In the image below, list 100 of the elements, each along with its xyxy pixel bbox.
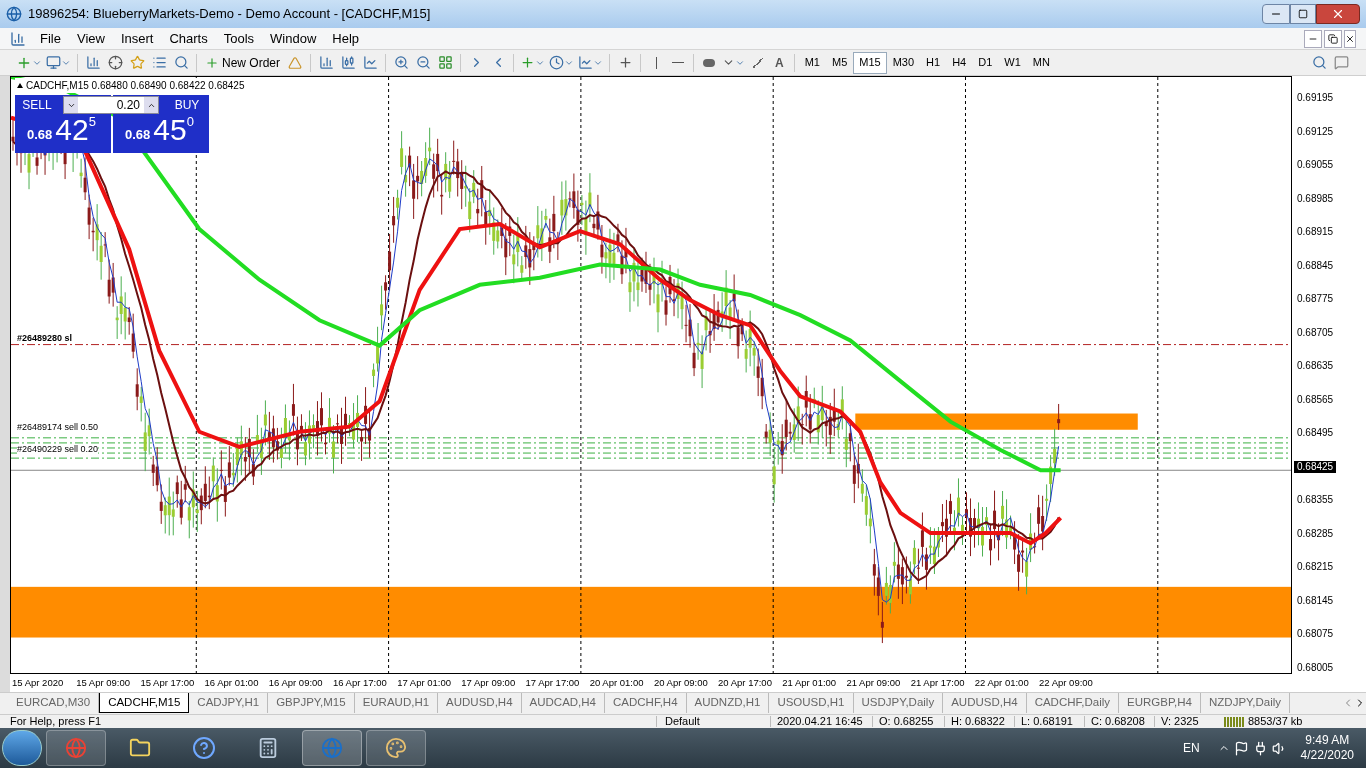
restore-icon bbox=[1328, 33, 1338, 44]
list-icon bbox=[151, 55, 167, 70]
chart-tab[interactable]: AUDUSD,H4 bbox=[943, 693, 1027, 713]
crosshair-icon bbox=[617, 55, 633, 70]
price-axis-label: 0.68915 bbox=[1296, 226, 1335, 239]
menu-item[interactable]: File bbox=[32, 28, 69, 49]
status-close: C: 0.68208 bbox=[1084, 716, 1154, 727]
start-button[interactable] bbox=[2, 730, 42, 766]
new-order-button[interactable]: New Order bbox=[201, 51, 284, 74]
chart-tab[interactable]: USDJPY,Daily bbox=[853, 693, 944, 713]
time-axis-label: 21 Apr 17:00 bbox=[910, 675, 966, 690]
clock-icon bbox=[549, 55, 564, 70]
crosshair-icon bbox=[107, 55, 123, 70]
chart-tab[interactable]: USOUSD,H1 bbox=[769, 693, 854, 713]
buy-button[interactable]: BUY bbox=[165, 95, 209, 115]
zoom-in-icon bbox=[393, 55, 409, 70]
vertical-line-icon bbox=[655, 56, 657, 69]
timeframe-button[interactable]: MN bbox=[1026, 51, 1056, 74]
timeframe-button[interactable]: D1 bbox=[972, 51, 999, 74]
time-axis-label: 17 Apr 01:00 bbox=[397, 675, 452, 690]
timeframe-button[interactable]: H4 bbox=[946, 51, 973, 74]
time-axis-label: 16 Apr 17:00 bbox=[332, 675, 388, 690]
chart-tab[interactable]: EURAUD,H1 bbox=[354, 693, 439, 713]
text-tool-button[interactable]: A bbox=[769, 51, 790, 74]
collapse-icon[interactable] bbox=[17, 83, 23, 88]
plus-icon bbox=[520, 55, 535, 70]
chart-tab[interactable]: GBPJPY,M15 bbox=[268, 693, 355, 713]
status-volume: V: 2325 bbox=[1154, 716, 1220, 727]
app-logo-icon bbox=[6, 6, 22, 22]
maximize-button[interactable] bbox=[1290, 4, 1316, 24]
line-chart-icon bbox=[362, 55, 378, 70]
order-label: #26489174 sell 0.50 bbox=[17, 423, 99, 432]
chart-window-icon[interactable] bbox=[10, 30, 26, 47]
bar-chart-icon bbox=[85, 55, 101, 70]
chart-tab[interactable]: EURGBP,H4 bbox=[1119, 693, 1201, 713]
current-price-label: 0.68425 bbox=[1294, 460, 1337, 473]
timeframe-button[interactable]: W1 bbox=[998, 51, 1027, 74]
price-axis-label: 0.68845 bbox=[1296, 259, 1335, 272]
time-axis-label: 22 Apr 09:00 bbox=[1039, 675, 1094, 690]
star-icon bbox=[129, 55, 145, 70]
monitor-icon bbox=[46, 55, 61, 70]
calculator-icon bbox=[257, 737, 279, 759]
minimize-button[interactable] bbox=[1262, 4, 1290, 24]
chart-tab[interactable]: CADCHF,M15 bbox=[99, 693, 190, 713]
time-axis-label: 21 Apr 01:00 bbox=[782, 675, 838, 690]
price-axis-label: 0.68775 bbox=[1296, 293, 1335, 306]
time-axis-label: 21 Apr 09:00 bbox=[846, 675, 902, 690]
menu-item[interactable]: Help bbox=[324, 28, 368, 49]
menu-item[interactable]: View bbox=[68, 28, 113, 49]
status-high: H: 0.68322 bbox=[944, 716, 1014, 727]
menu-item[interactable]: Charts bbox=[161, 28, 216, 49]
time-axis-label: 15 Apr 09:00 bbox=[76, 675, 132, 690]
language-indicator[interactable]: EN bbox=[1182, 739, 1200, 757]
chart-tab[interactable]: CADCHF,Daily bbox=[1026, 693, 1120, 713]
timeframe-button[interactable]: H1 bbox=[920, 51, 947, 74]
candlestick-icon bbox=[340, 55, 356, 70]
chart-tab[interactable]: AUDUSD,H4 bbox=[438, 693, 522, 713]
price-axis-label: 0.68285 bbox=[1296, 527, 1335, 540]
time-axis-label: 16 Apr 01:00 bbox=[204, 675, 260, 690]
close-icon bbox=[1331, 7, 1345, 21]
menu-item[interactable]: Window bbox=[262, 28, 325, 49]
timeframe-button[interactable]: M5 bbox=[825, 51, 854, 74]
timeframe-button[interactable]: M15 bbox=[853, 51, 887, 74]
time-axis-label: 17 Apr 09:00 bbox=[461, 675, 517, 690]
sell-button[interactable]: SELL bbox=[15, 95, 59, 115]
time-axis-label: 22 Apr 01:00 bbox=[974, 675, 1030, 690]
palette-icon bbox=[385, 737, 407, 759]
price-axis-label: 0.69125 bbox=[1296, 125, 1335, 138]
magnifier-icon bbox=[173, 55, 189, 70]
app-logo-icon bbox=[321, 737, 343, 759]
taskbar-app-button[interactable] bbox=[366, 730, 426, 766]
close-button[interactable] bbox=[1316, 4, 1360, 24]
timeframe-button[interactable]: M30 bbox=[886, 51, 921, 74]
time-axis-label: 17 Apr 17:00 bbox=[525, 675, 581, 690]
time-axis-label: 20 Apr 09:00 bbox=[653, 675, 709, 690]
time-axis-label: 15 Apr 17:00 bbox=[140, 675, 196, 690]
chart-tab[interactable]: AUDCAD,H4 bbox=[521, 693, 606, 713]
price-axis-label: 0.68565 bbox=[1296, 393, 1335, 406]
time-axis-label: 20 Apr 01:00 bbox=[589, 675, 645, 690]
chart-tab[interactable]: CADCHF,H4 bbox=[605, 693, 687, 713]
chart-tab[interactable]: NZDJPY,Daily bbox=[1201, 693, 1290, 713]
taskbar-clock[interactable]: 9:49 AM 4/22/2020 bbox=[1290, 733, 1364, 763]
price-axis-label: 0.68985 bbox=[1296, 192, 1335, 205]
horizontal-line-icon bbox=[672, 62, 684, 63]
bar-chart-icon bbox=[318, 55, 334, 70]
speech-bubble-icon bbox=[1333, 55, 1349, 70]
time-axis-label: 20 Apr 17:00 bbox=[718, 675, 773, 690]
timeframe-button[interactable]: M1 bbox=[798, 51, 826, 74]
chart-tab[interactable]: AUDNZD,H1 bbox=[686, 693, 770, 713]
close-chart-button[interactable] bbox=[1344, 29, 1356, 48]
restore-chart-button[interactable] bbox=[1324, 29, 1342, 48]
maximize-icon bbox=[1298, 9, 1308, 19]
lot-size-value: 0.20 bbox=[115, 97, 141, 114]
chart-tab[interactable]: CADJPY,H1 bbox=[189, 693, 269, 713]
plus-icon bbox=[205, 55, 219, 70]
time-axis-label: 16 Apr 09:00 bbox=[268, 675, 324, 690]
flag-icon[interactable] bbox=[1233, 740, 1249, 756]
status-profile: Default bbox=[656, 716, 770, 727]
menu-item[interactable]: Insert bbox=[112, 28, 162, 49]
menu-item[interactable]: Tools bbox=[215, 28, 263, 49]
